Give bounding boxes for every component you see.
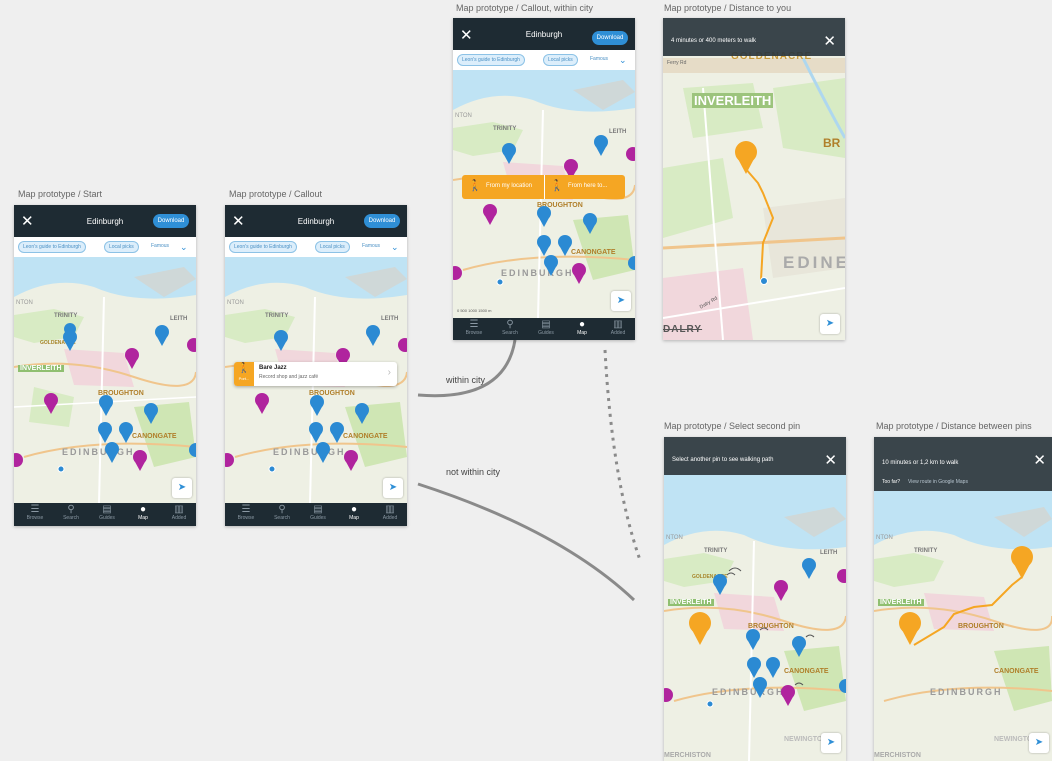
bottom-nav: ☰ Browse ⚲ Search ▤ Guides ● Map ▥ Added: [225, 503, 407, 526]
locate-me-button[interactable]: ➤: [1029, 733, 1049, 753]
distance-banner: 4 minutes or 400 meters to walk ✕: [663, 18, 845, 56]
chip-local[interactable]: Local picks: [104, 241, 139, 253]
locate-me-button[interactable]: ➤: [383, 478, 403, 498]
distance-text: 4 minutes or 400 meters to walk: [671, 38, 757, 44]
map-scale: 0 500 1000 1500 m: [457, 308, 492, 313]
nav-search[interactable]: ⚲ Search: [56, 503, 86, 526]
nav-search[interactable]: ⚲ Search: [495, 318, 525, 340]
distance-banner: 10 minutes or 1,2 km to walk ✕ Too far? …: [874, 437, 1052, 491]
map-label-dalry: DALRY: [663, 324, 703, 335]
too-far-label: Too far?: [882, 479, 901, 485]
connector-dashed: [603, 349, 642, 561]
chip-guide[interactable]: Leon's guide to Edinburgh: [229, 241, 297, 253]
nav-map[interactable]: ● Map: [128, 503, 158, 526]
from-here-button[interactable]: 🚶 From here to...: [544, 175, 625, 199]
connector-label-within: within city: [446, 375, 486, 385]
close-icon[interactable]: ✕: [1033, 453, 1046, 468]
map-label-edine: EDINE: [783, 253, 845, 272]
download-button[interactable]: Download: [153, 214, 189, 228]
close-icon[interactable]: ✕: [824, 453, 837, 468]
close-icon[interactable]: ✕: [823, 34, 836, 49]
frame-label-select-second: Map prototype / Select second pin: [664, 421, 801, 431]
locate-me-button[interactable]: ➤: [611, 291, 631, 311]
nav-added[interactable]: ▥ Added: [375, 503, 405, 526]
map-label-ferry-rd: Ferry Rd: [667, 60, 687, 66]
frame-callout: ✕ Edinburgh Download Leon's guide to Edi…: [225, 205, 407, 526]
frame-select-second: NTON TRINITY LEITH GOLDENACRE INVERLEITH…: [664, 437, 846, 761]
top-bar: ✕ Edinburgh Download: [14, 205, 196, 237]
nav-guides[interactable]: ▤ Guides: [303, 503, 333, 526]
walking-person-icon: 🚶: [550, 180, 564, 192]
chip-famous[interactable]: Famous: [147, 241, 173, 251]
nav-added[interactable]: ▥ Added: [603, 318, 633, 340]
chip-famous[interactable]: Famous: [358, 241, 384, 251]
callout-subtitle: Record shop and jazz café: [259, 374, 319, 380]
frame-start: ✕ Edinburgh Download Leon's guide to Edi…: [14, 205, 196, 526]
frame-label-callout-city: Map prototype / Callout, within city: [456, 3, 594, 13]
frame-label-distance-you: Map prototype / Distance to you: [664, 3, 792, 13]
walk-badge[interactable]: 🚶 Port...: [234, 362, 254, 386]
locate-me-button[interactable]: ➤: [820, 314, 840, 334]
locate-me-button[interactable]: ➤: [172, 478, 192, 498]
walking-person-icon: 🚶: [468, 180, 482, 192]
map-label-br: BR: [823, 136, 841, 150]
place-callout[interactable]: 🚶 Port... Bare Jazz Record shop and jazz…: [234, 362, 397, 386]
chip-guide[interactable]: Leon's guide to Edinburgh: [457, 54, 525, 66]
bottom-nav: ☰ Browse ⚲ Search ▤ Guides ● Map ▥ Added: [453, 318, 635, 340]
chip-local[interactable]: Local picks: [543, 54, 578, 66]
chip-guide[interactable]: Leon's guide to Edinburgh: [18, 241, 86, 253]
walk-callout[interactable]: 🚶 From my location 🚶 From here to...: [462, 175, 625, 199]
distance-text: 10 minutes or 1,2 km to walk: [882, 460, 959, 466]
download-button[interactable]: Download: [592, 31, 628, 45]
selected-pin[interactable]: [733, 140, 759, 176]
top-bar: ✕ Edinburgh Download: [453, 18, 635, 50]
chip-local[interactable]: Local picks: [315, 241, 350, 253]
top-bar: ✕ Edinburgh Download: [225, 205, 407, 237]
frame-callout-city: ✕ Edinburgh Download Leon's guide to Edi…: [453, 18, 635, 340]
current-location-dot: [760, 277, 768, 285]
connector-not-within-city: [417, 482, 636, 602]
chevron-down-icon[interactable]: ⌄: [180, 242, 188, 253]
map-view[interactable]: [663, 18, 845, 340]
filter-chips: Leon's guide to Edinburgh Local picks Fa…: [453, 50, 635, 70]
chip-famous[interactable]: Famous: [586, 54, 612, 64]
chevron-down-icon[interactable]: ⌄: [619, 55, 627, 66]
nav-map[interactable]: ● Map: [567, 318, 597, 340]
map-label-inverleith: INVERLEITH: [692, 93, 774, 108]
nav-browse[interactable]: ☰ Browse: [20, 503, 50, 526]
frame-distance-pins: NTON TRINITY INVERLEITH BROUGHTON CANONG…: [874, 437, 1052, 761]
nav-guides[interactable]: ▤ Guides: [531, 318, 561, 340]
frame-label-start: Map prototype / Start: [18, 189, 103, 199]
frame-distance-you: GOLDENACRE Ferry Rd INVERLEITH BR EDINE …: [663, 18, 845, 340]
callout-title: Bare Jazz: [259, 365, 287, 371]
nav-search[interactable]: ⚲ Search: [267, 503, 297, 526]
pin-layer[interactable]: [664, 437, 846, 761]
google-maps-link[interactable]: View route in Google Maps: [908, 479, 968, 485]
instruction-text: Select another pin to see walking path: [672, 457, 774, 463]
download-button[interactable]: Download: [364, 214, 400, 228]
filter-chips: Leon's guide to Edinburgh Local picks Fa…: [225, 237, 407, 257]
connector-label-not-within: not within city: [446, 467, 501, 477]
frame-label-callout: Map prototype / Callout: [229, 189, 323, 199]
chevron-right-icon[interactable]: ›: [388, 367, 391, 378]
instruction-banner: Select another pin to see walking path ✕: [664, 437, 846, 475]
locate-me-button[interactable]: ➤: [821, 733, 841, 753]
nav-browse[interactable]: ☰ Browse: [231, 503, 261, 526]
filter-chips: Leon's guide to Edinburgh Local picks Fa…: [14, 237, 196, 257]
nav-browse[interactable]: ☰ Browse: [459, 318, 489, 340]
from-my-location-button[interactable]: 🚶 From my location: [462, 175, 545, 199]
bottom-nav: ☰ Browse ⚲ Search ▤ Guides ● Map ▥ Added: [14, 503, 196, 526]
walking-person-icon: 🚶: [237, 363, 251, 374]
pin-layer[interactable]: [14, 257, 196, 503]
nav-added[interactable]: ▥ Added: [164, 503, 194, 526]
nav-guides[interactable]: ▤ Guides: [92, 503, 122, 526]
chevron-down-icon[interactable]: ⌄: [391, 242, 399, 253]
nav-map[interactable]: ● Map: [339, 503, 369, 526]
connector-within-city: [417, 339, 517, 398]
frame-label-distance-pins: Map prototype / Distance between pins: [876, 421, 1032, 431]
